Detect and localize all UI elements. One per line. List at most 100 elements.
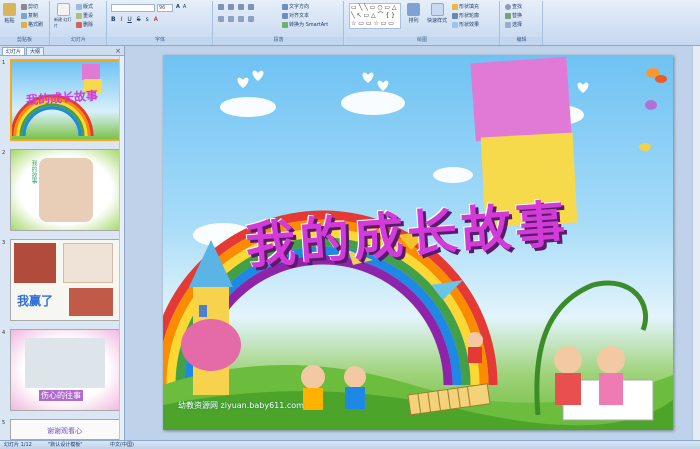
align-right-icon[interactable]	[238, 16, 244, 22]
butterflies	[639, 68, 667, 151]
slide-canvas[interactable]: 我的成长故事 幼教资源网 ziyuan.baby611.com	[163, 55, 673, 430]
cut-button[interactable]: 剪切	[21, 3, 38, 10]
group-label: 绘图	[345, 37, 499, 44]
delete-icon	[76, 21, 82, 28]
close-icon[interactable]: ×	[115, 47, 121, 55]
photo	[25, 338, 105, 388]
font-color-button[interactable]: A	[154, 16, 158, 23]
strikethrough-button[interactable]: S	[137, 16, 141, 23]
cursor-icon	[505, 21, 511, 28]
bold-button[interactable]: B	[111, 16, 116, 23]
font-name-field[interactable]	[111, 4, 155, 12]
grow-font-button[interactable]: A	[176, 4, 180, 10]
thumb-title: 伤心的往事	[39, 390, 83, 401]
new-slide-icon	[56, 3, 70, 16]
replace-button[interactable]: 替换	[505, 12, 522, 19]
slide-number: 5	[2, 420, 6, 426]
tab-outline[interactable]: 大纲	[26, 47, 45, 55]
bullets-icon[interactable]	[218, 4, 224, 10]
arrange-button[interactable]: 排列	[407, 3, 420, 24]
new-slide-button[interactable]: 新建 幻灯片	[54, 3, 72, 29]
slide-thumbnail-3[interactable]: 我赢了	[10, 239, 121, 321]
language-indicator: 中文(中国)	[110, 442, 134, 448]
reset-button[interactable]: 重设	[76, 12, 93, 19]
drawing-group: ▭ ╲ ╲ ▭ ○ ▭ △ ╲ ↖ ▭ △ ⌒ { } ☆ ▭ ▭ ☆ ▭ ▭ 排列…	[345, 1, 500, 45]
thumbnail-scrollbar[interactable]	[119, 56, 124, 440]
align-text-button[interactable]: 对齐文本	[282, 12, 309, 19]
brush-icon	[21, 21, 27, 28]
certificate-photo	[63, 243, 113, 283]
paste-button[interactable]: 粘贴	[3, 3, 16, 24]
increase-indent-icon[interactable]	[248, 4, 254, 10]
vertical-scrollbar[interactable]	[692, 46, 700, 440]
numbering-icon[interactable]	[228, 4, 234, 10]
font-size-field[interactable]: 96	[157, 4, 173, 12]
find-button[interactable]: 查找	[505, 3, 522, 10]
pink-sticky-note	[470, 56, 572, 142]
align-buttons	[218, 16, 254, 22]
shape-fill-button[interactable]: 形状填充	[452, 3, 479, 10]
align-left-icon[interactable]	[218, 16, 224, 22]
slide-number: 3	[2, 240, 6, 246]
list-buttons	[218, 4, 254, 10]
status-bar: 幻灯片 1/12 "默认设计模板" 中文(中国)	[0, 440, 700, 449]
font-group: 96 A A B I U S s A 字体	[108, 1, 213, 45]
group-label: 幻灯片	[51, 37, 106, 44]
thumb-title: 我赢了	[17, 294, 54, 308]
slides-pane: 幻灯片 大纲 × 1 我的成长故事 2 我的故事 3 我赢了 4 伤心的往事 5…	[0, 46, 125, 440]
editing-group: 查找 替换 选择 编辑	[501, 1, 543, 45]
copy-button[interactable]: 复制	[21, 12, 38, 19]
slide-thumbnail-1[interactable]: 我的成长故事	[10, 59, 121, 141]
group-label: 字体	[108, 37, 212, 44]
underline-button[interactable]: U	[127, 16, 131, 23]
binoculars-icon	[505, 3, 511, 10]
replace-icon	[505, 12, 511, 19]
slide-editing-area: 我的成长故事 幼教资源网 ziyuan.baby611.com	[126, 46, 700, 440]
decrease-indent-icon[interactable]	[238, 4, 244, 10]
effects-icon	[452, 21, 458, 28]
slides-group: 新建 幻灯片 版式 重设 删除 幻灯片	[51, 1, 107, 45]
arrange-icon	[407, 3, 420, 16]
slide-number: 4	[2, 330, 6, 336]
photo	[69, 288, 113, 316]
slide-thumbnail-5[interactable]: 谢谢观看心	[10, 419, 121, 440]
slide-number: 2	[2, 150, 6, 156]
shape-outline-button[interactable]: 形状轮廓	[452, 12, 479, 19]
slide-thumbnail-2[interactable]: 我的故事	[10, 149, 121, 231]
text-direction-button[interactable]: 文字方向	[282, 3, 309, 10]
pen-icon	[452, 12, 458, 19]
slide-thumbnail-4[interactable]: 伤心的往事	[10, 329, 121, 411]
thumb-title: 我的故事	[30, 160, 37, 184]
layout-button[interactable]: 版式	[76, 3, 93, 10]
group-label: 编辑	[501, 37, 542, 44]
justify-icon[interactable]	[248, 16, 254, 22]
quick-styles-button[interactable]: 快速样式	[427, 3, 447, 24]
watermark-text: 幼教资源网 ziyuan.baby611.com	[178, 401, 304, 410]
paragraph-group: 文字方向 对齐文本 转换为 SmartArt 段落	[214, 1, 344, 45]
paste-icon	[3, 3, 16, 16]
theme-name: "默认设计模板"	[48, 442, 83, 448]
tab-slides[interactable]: 幻灯片	[2, 47, 26, 55]
delete-button[interactable]: 删除	[76, 21, 93, 28]
format-painter-button[interactable]: 格式刷	[21, 21, 43, 28]
baby-photo	[39, 158, 93, 222]
pane-tabs: 幻灯片 大纲 ×	[0, 46, 124, 56]
text-direction-icon	[282, 3, 288, 10]
shapes-gallery[interactable]: ▭ ╲ ╲ ▭ ○ ▭ △ ╲ ↖ ▭ △ ⌒ { } ☆ ▭ ▭ ☆ ▭ ▭	[349, 3, 401, 29]
italic-button[interactable]: I	[121, 16, 123, 23]
ribbon: 粘贴 剪切 复制 格式刷 剪贴板 新建 幻灯片 版式 重设 删除 幻灯片 96 …	[0, 0, 700, 46]
shadow-button[interactable]: s	[146, 16, 149, 23]
font-style-row: B I U S s A	[111, 16, 158, 23]
group-label: 剪贴板	[0, 37, 49, 44]
layout-icon	[76, 3, 82, 10]
paint-bucket-icon	[452, 3, 458, 10]
group-label: 段落	[214, 37, 343, 44]
scissors-icon	[21, 3, 27, 10]
shrink-font-button[interactable]: A	[183, 4, 186, 10]
clipboard-group: 粘贴 剪切 复制 格式刷 剪贴板	[0, 1, 50, 45]
align-text-icon	[282, 12, 288, 19]
select-button[interactable]: 选择	[505, 21, 522, 28]
smartart-button[interactable]: 转换为 SmartArt	[282, 21, 328, 28]
shape-effects-button[interactable]: 形状效果	[452, 21, 479, 28]
align-center-icon[interactable]	[228, 16, 234, 22]
